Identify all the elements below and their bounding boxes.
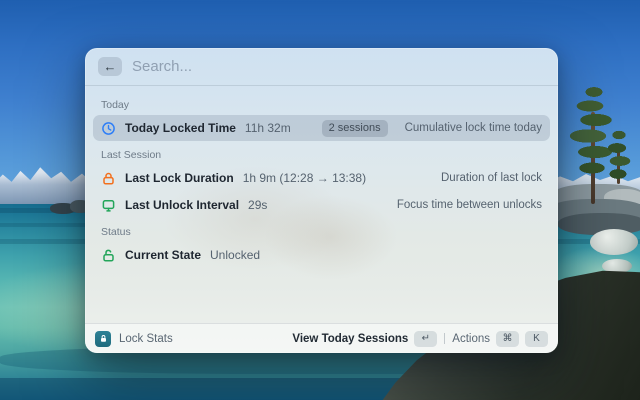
lock-icon	[100, 335, 106, 342]
footer-app-name: Lock Stats	[119, 332, 173, 345]
footer-bar: Lock Stats View Today Sessions ↵ Actions…	[85, 323, 558, 353]
list-item-last-unlock-interval[interactable]: Last Unlock Interval 29s Focus time betw…	[93, 192, 550, 218]
clock-icon	[101, 121, 116, 136]
row-value: 1h 9m (12:28 → 13:38)	[242, 171, 367, 185]
list-item-today-locked-time[interactable]: Today Locked Time 11h 32m 2 sessions Cum…	[93, 115, 550, 141]
back-arrow-icon: ←	[103, 59, 117, 74]
results-list: Today Today Locked Time 11h 32m 2 sessio…	[85, 86, 558, 268]
row-title: Last Unlock Interval	[125, 198, 240, 212]
list-item-current-state[interactable]: Current State Unlocked	[93, 242, 550, 268]
actions-button[interactable]: Actions ⌘ K	[452, 330, 548, 347]
wallpaper-white-boulder	[590, 229, 638, 255]
section-header-status: Status	[101, 226, 131, 238]
lock-stats-app-icon	[95, 330, 111, 347]
monitor-icon	[101, 198, 116, 213]
k-key-badge: K	[525, 330, 548, 347]
row-accessory: Focus time between unlocks	[396, 199, 542, 211]
secondary-action-label: Actions	[452, 332, 490, 345]
row-accessory: Duration of last lock	[441, 172, 542, 184]
row-accessory: Cumulative lock time today	[404, 122, 542, 134]
back-button[interactable]: ←	[98, 57, 122, 76]
lock-closed-icon	[101, 171, 116, 186]
list-item-last-lock-duration[interactable]: Last Lock Duration 1h 9m (12:28 → 13:38)…	[93, 165, 550, 191]
footer-divider	[444, 333, 446, 344]
lock-open-icon	[101, 248, 116, 263]
row-title: Today Locked Time	[125, 121, 236, 135]
row-value: 11h 32m	[244, 121, 291, 135]
row-title: Last Lock Duration	[125, 171, 234, 185]
row-title: Current State	[125, 248, 202, 262]
search-input[interactable]	[132, 58, 545, 75]
wallpaper-pine-tree	[602, 128, 640, 182]
session-count-badge: 2 sessions	[321, 119, 388, 137]
view-today-sessions-button[interactable]: View Today Sessions ↵	[292, 330, 438, 347]
row-value: 29s	[248, 198, 268, 212]
section-header-last-session: Last Session	[101, 149, 162, 161]
footer-actions: View Today Sessions ↵ Actions ⌘ K	[292, 330, 548, 347]
command-key-badge: ⌘	[496, 330, 519, 347]
section-header-today: Today	[101, 99, 130, 111]
wallpaper-white-boulder	[602, 259, 632, 273]
primary-action-label: View Today Sessions	[292, 332, 409, 345]
search-bar: ←	[85, 48, 558, 86]
launcher-window: ← Today Today Locked Time 11h 32m 2 sess…	[85, 48, 558, 353]
row-value: Unlocked	[210, 248, 261, 262]
return-key-badge: ↵	[414, 330, 438, 347]
